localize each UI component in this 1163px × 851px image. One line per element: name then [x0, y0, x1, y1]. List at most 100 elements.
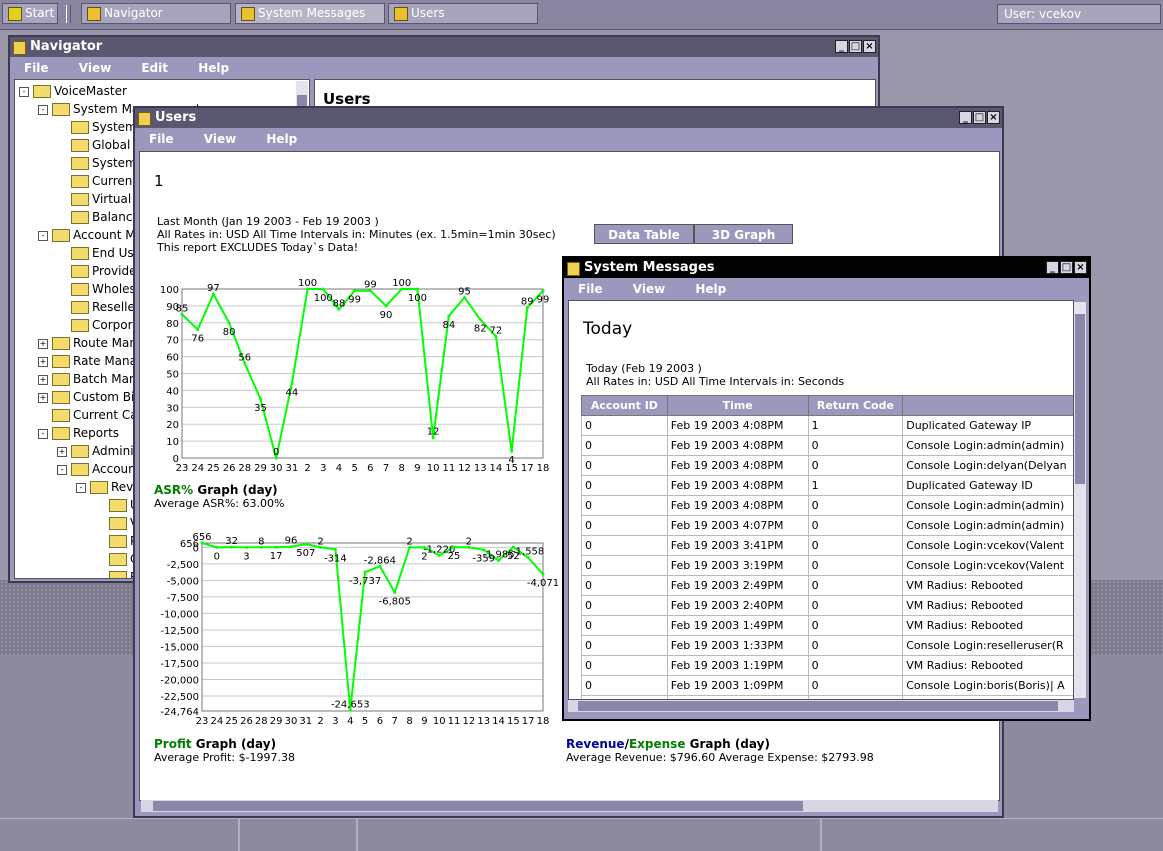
column-header[interactable]: Time: [666, 395, 809, 416]
series-line: [201, 542, 544, 711]
data-table-button[interactable]: Data Table: [594, 224, 694, 244]
task-navigator[interactable]: Navigator: [81, 3, 231, 24]
x-tick-label: 9: [414, 463, 420, 474]
table-row[interactable]: 0 Feb 19 2003 1:19PM 0 VM Radius: Rebooted: [581, 655, 1073, 676]
table-row[interactable]: 0 Feb 19 2003 3:41PM 0 Console Login:vcekov…: [581, 535, 1073, 556]
collapse-icon[interactable]: -: [76, 482, 86, 493]
table-row[interactable]: 0 Feb 19 2003 3:19PM 0 Console Login:vcekov…: [581, 555, 1073, 576]
tree-item[interactable]: - VoiceMaster: [19, 82, 127, 100]
maximize-button[interactable]: □: [1060, 261, 1073, 274]
collapse-icon[interactable]: -: [57, 464, 67, 475]
expand-icon[interactable]: +: [38, 392, 48, 403]
start-button[interactable]: Start: [2, 3, 58, 24]
tree-item[interactable]: + Route Man: [38, 334, 137, 352]
table-row[interactable]: 0 Feb 19 2003 4:08PM 1 Duplicated Gateway I…: [581, 415, 1073, 436]
column-header[interactable]: [902, 395, 1073, 416]
task-users[interactable]: Users: [388, 3, 538, 24]
menu-file[interactable]: File: [24, 57, 49, 79]
tree-item-label: Corpor: [92, 318, 133, 332]
close-button[interactable]: ×: [1074, 261, 1087, 274]
menu-edit[interactable]: Edit: [141, 57, 168, 79]
collapse-icon[interactable]: -: [38, 428, 48, 439]
expand-icon[interactable]: +: [38, 338, 48, 349]
table-row[interactable]: 0 Feb 19 2003 2:49PM 0 VM Radius: Rebooted: [581, 575, 1073, 596]
tree-item[interactable]: Global: [57, 136, 130, 154]
tree-item[interactable]: Wholes: [57, 280, 136, 298]
tree-item[interactable]: + Custom Bi: [38, 388, 134, 406]
scroll-thumb[interactable]: [1075, 314, 1085, 484]
minimize-button[interactable]: _: [835, 40, 848, 53]
tree-item[interactable]: Reselle: [57, 298, 135, 316]
close-button[interactable]: ×: [863, 40, 876, 53]
menu-help[interactable]: Help: [266, 128, 297, 150]
minimize-button[interactable]: _: [959, 111, 972, 124]
system-messages-titlebar[interactable]: System Messages _ □ ×: [564, 258, 1089, 278]
messages-hscrollbar[interactable]: [568, 700, 1074, 712]
menu-help[interactable]: Help: [198, 57, 229, 79]
tree-item[interactable]: System: [57, 118, 137, 136]
3d-graph-button[interactable]: 3D Graph: [694, 224, 793, 244]
taskbar-separator: [66, 5, 71, 23]
tree-item[interactable]: - Rev: [76, 478, 133, 496]
tree-item[interactable]: Corpor: [57, 316, 133, 334]
data-label: -3,737: [349, 576, 381, 587]
menu-view[interactable]: View: [204, 128, 236, 150]
table-row[interactable]: 0 Feb 19 2003 4:08PM 0 Console Login:admin(…: [581, 435, 1073, 456]
table-cell: 0: [807, 655, 904, 676]
menu-file[interactable]: File: [578, 278, 603, 300]
expand-icon[interactable]: +: [38, 356, 48, 367]
tree-item[interactable]: V: [95, 514, 138, 532]
table-row[interactable]: 0Feb 19 2003 1:09PM0Console Login:boris(…: [581, 675, 1073, 696]
table-row[interactable]: 0 Feb 19 2003 4:07PM 0 Console Login:admin(…: [581, 515, 1073, 536]
tree-item[interactable]: Balance: [57, 208, 140, 226]
tree-item[interactable]: + Rate Mana: [38, 352, 137, 370]
minimize-button[interactable]: _: [1046, 261, 1059, 274]
menu-view[interactable]: View: [79, 57, 111, 79]
table-row[interactable]: 0 Feb 19 2003 4:08PM 0 Console Login:delyan…: [581, 455, 1073, 476]
collapse-icon[interactable]: -: [38, 104, 48, 115]
tree-item[interactable]: P: [95, 532, 137, 550]
menu-view[interactable]: View: [633, 278, 665, 300]
tree-item[interactable]: Curren: [57, 172, 132, 190]
folder-icon: [71, 175, 89, 188]
tree-item[interactable]: + Adminis: [57, 442, 140, 460]
scroll-thumb[interactable]: [153, 801, 803, 811]
table-row[interactable]: 0 Feb 19 2003 2:40PM 0 VM Radius: Rebooted: [581, 595, 1073, 616]
tree-item[interactable]: - Account Ma: [38, 226, 143, 244]
menu-help[interactable]: Help: [695, 278, 726, 300]
close-button[interactable]: ×: [987, 111, 1000, 124]
table-row[interactable]: 0 Feb 19 2003 4:08PM 1 Duplicated Gateway I…: [581, 475, 1073, 496]
tree-item[interactable]: Provide: [57, 262, 136, 280]
tree-item[interactable]: End Use: [57, 244, 141, 262]
tree-item[interactable]: - Reports: [38, 424, 119, 442]
expand-icon[interactable]: +: [38, 374, 48, 385]
tree-item[interactable]: R: [95, 568, 138, 578]
folder-icon: [71, 463, 89, 476]
menu-file[interactable]: File: [149, 128, 174, 150]
table-row[interactable]: 0 Feb 19 2003 1:49PM 0 VM Radius: Rebooted: [581, 615, 1073, 636]
task-system-messages[interactable]: System Messages: [235, 3, 385, 24]
data-point: [321, 287, 325, 291]
tree-item[interactable]: Current Ca: [38, 406, 138, 424]
column-header[interactable]: Return Code: [807, 395, 904, 416]
navigator-titlebar[interactable]: Navigator _ □ ×: [10, 37, 878, 57]
messages-vscrollbar[interactable]: [1074, 302, 1086, 698]
users-hscrollbar[interactable]: [141, 800, 998, 812]
expand-icon[interactable]: +: [57, 446, 67, 457]
scroll-thumb[interactable]: [578, 701, 1058, 711]
folder-icon: [71, 445, 89, 458]
collapse-icon[interactable]: -: [19, 86, 29, 97]
maximize-button[interactable]: □: [849, 40, 862, 53]
table-row[interactable]: 0 Feb 19 2003 1:33PM 0 Console Login:resell…: [581, 635, 1073, 656]
table-row[interactable]: 0 Feb 19 2003 4:08PM 0 Console Login:admin(…: [581, 495, 1073, 516]
tree-item[interactable]: C: [95, 550, 138, 568]
x-tick-label: 2: [304, 463, 310, 474]
column-header[interactable]: Account ID: [581, 395, 668, 416]
maximize-button[interactable]: □: [973, 111, 986, 124]
tree-item[interactable]: + Batch Man: [38, 370, 137, 388]
users-titlebar[interactable]: Users _ □ ×: [135, 108, 1002, 128]
tree-item[interactable]: System: [57, 154, 137, 172]
collapse-icon[interactable]: -: [38, 230, 48, 241]
tree-item[interactable]: - Accoun: [57, 460, 136, 478]
tree-item[interactable]: Virtual: [57, 190, 131, 208]
